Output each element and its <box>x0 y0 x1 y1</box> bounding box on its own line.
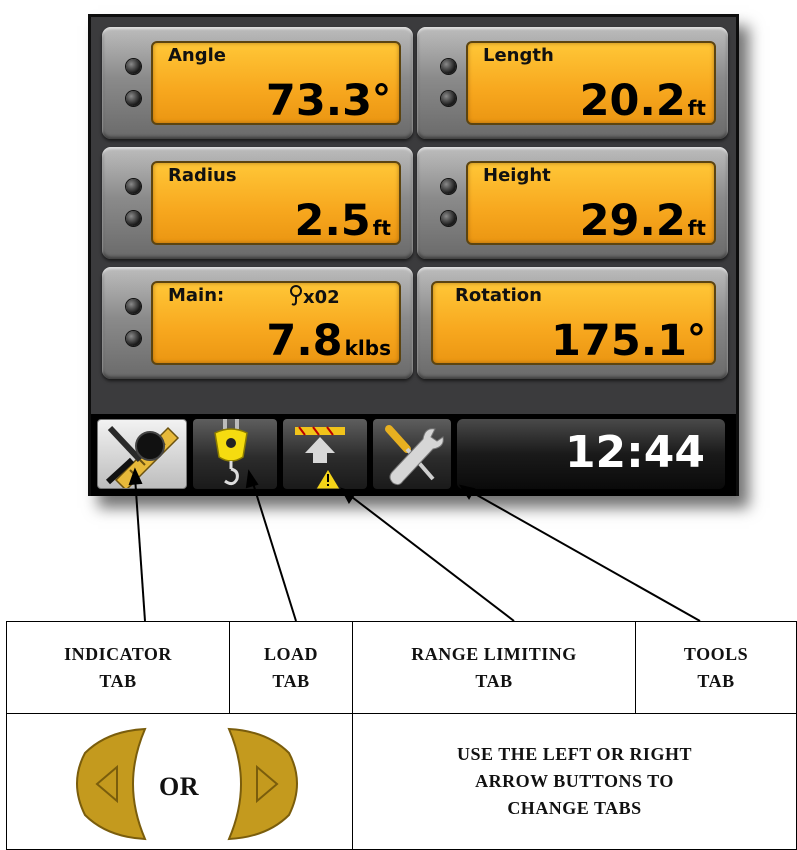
range-limiting-tab-cell: RANGE LIMITING TAB <box>352 621 636 714</box>
arrowhead <box>458 484 476 500</box>
range-callout-line <box>347 493 515 622</box>
tab-legend-table: INDICATOR TAB LOAD TAB RANGE LIMITING TA… <box>6 621 797 850</box>
cell-text: TAB <box>272 670 310 691</box>
cell-text: TOOLS <box>683 643 749 664</box>
left-arrow-button-icon <box>76 727 147 840</box>
cell-text: LOAD <box>263 643 318 664</box>
arrow-buttons-cell: OR <box>6 713 353 850</box>
tools-tab-cell: TOOLS TAB <box>635 621 797 714</box>
instruction-text: USE THE LEFT OR RIGHT <box>457 744 692 764</box>
arrowhead <box>339 487 357 504</box>
cell-text: TAB <box>697 670 735 691</box>
right-arrow-button-icon <box>227 727 298 840</box>
load-tab-cell: LOAD TAB <box>229 621 353 714</box>
cell-text: TAB <box>475 670 513 691</box>
instruction-text: CHANGE TABS <box>507 798 642 818</box>
instruction-text: ARROW BUTTONS TO <box>475 771 674 791</box>
arrowhead <box>245 469 259 489</box>
or-text: OR <box>159 771 199 801</box>
cell-text: RANGE LIMITING <box>411 643 577 664</box>
cell-text: INDICATOR <box>64 643 172 664</box>
load-callout-line <box>251 479 297 622</box>
tools-callout-line <box>467 489 701 622</box>
instructions-cell: USE THE LEFT OR RIGHT ARROW BUTTONS TO C… <box>352 713 797 850</box>
indicator-tab-cell: INDICATOR TAB <box>6 621 230 714</box>
indicator-callout-line <box>134 476 146 622</box>
cell-text: TAB <box>99 670 137 691</box>
arrowhead <box>128 467 143 486</box>
arrow-buttons: OR <box>7 715 352 849</box>
